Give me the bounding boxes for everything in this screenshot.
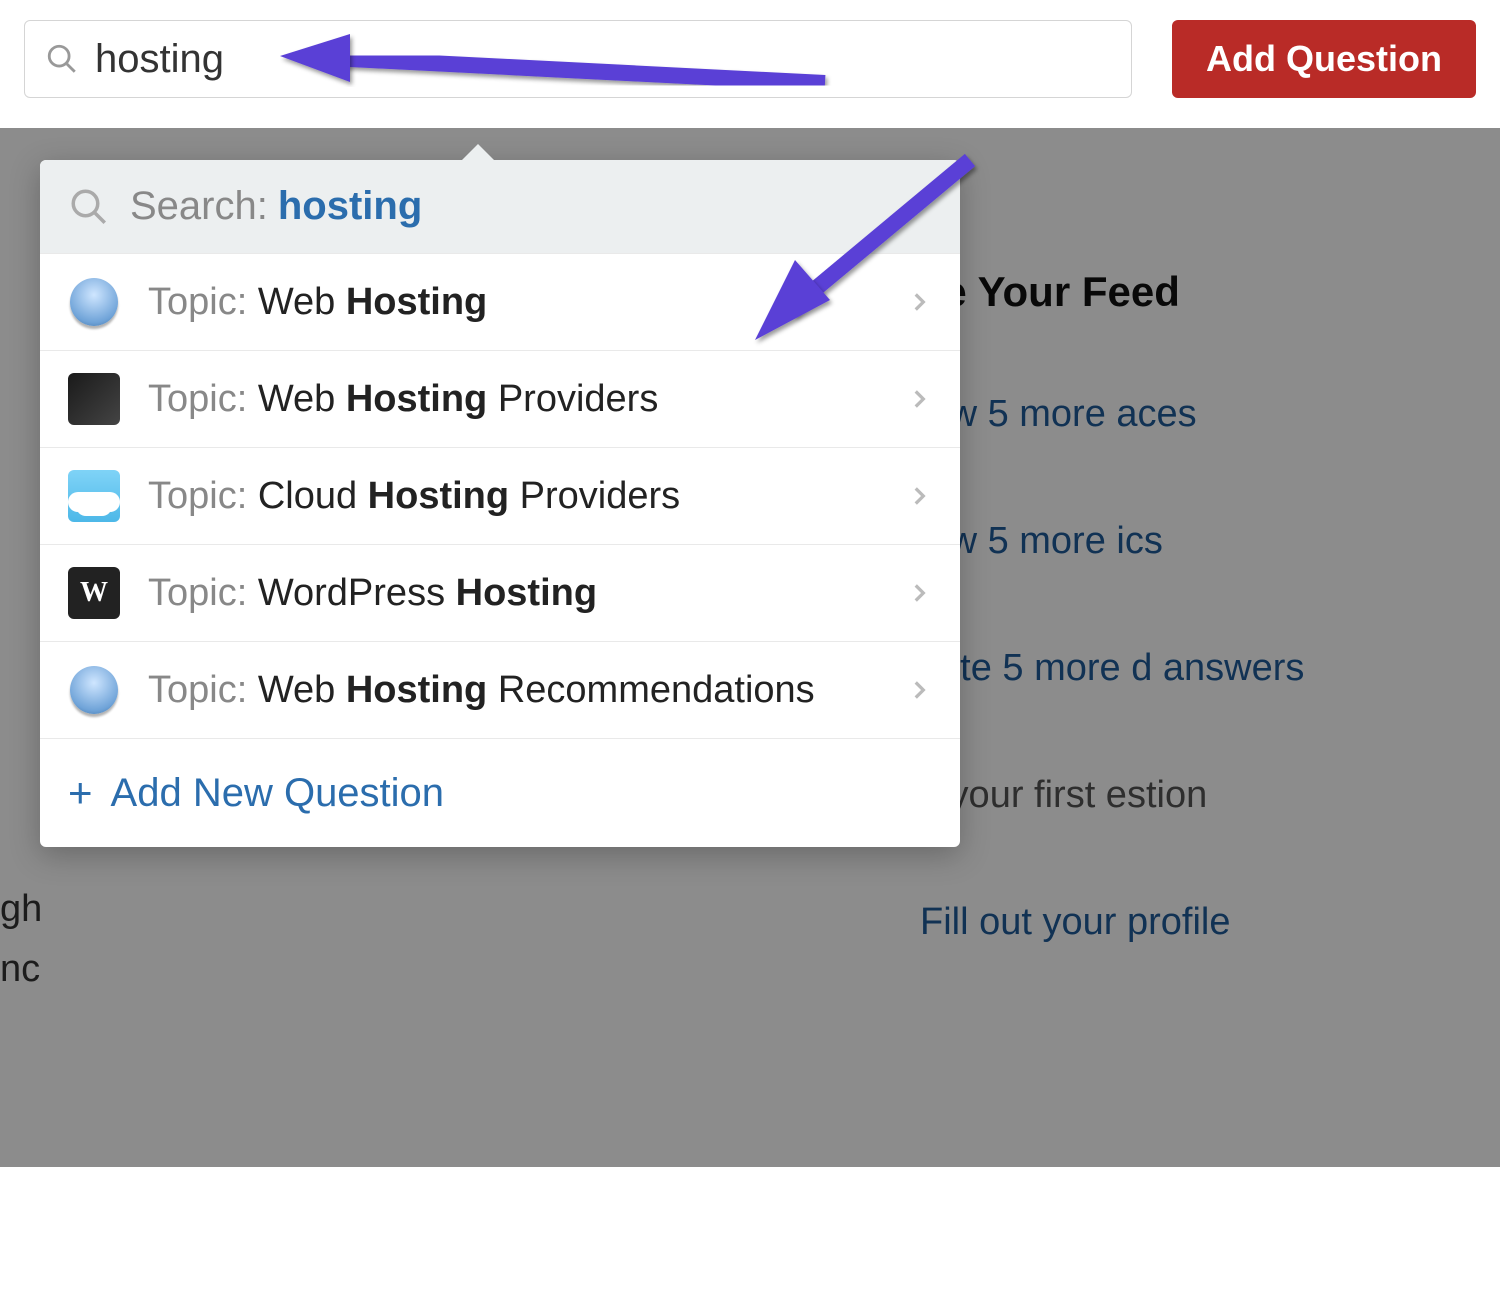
globe-icon: [68, 664, 120, 716]
add-new-question-label: Add New Question: [111, 771, 445, 816]
suggestion-topic-web-hosting-recommendations[interactable]: Topic: Web Hosting Recommendations: [40, 641, 960, 738]
add-question-button[interactable]: Add Question: [1172, 20, 1476, 98]
wordpress-icon: [68, 567, 120, 619]
chevron-right-icon: [906, 483, 932, 509]
suggestion-label: Topic: WordPress Hosting: [148, 572, 906, 615]
top-bar: Add Question: [0, 0, 1500, 118]
dropdown-search-header[interactable]: Search: hosting: [40, 160, 960, 253]
search-input[interactable]: [95, 37, 1111, 82]
suggestion-label: Topic: Cloud Hosting Providers: [148, 475, 906, 518]
search-icon: [68, 186, 110, 228]
chevron-right-icon: [906, 386, 932, 412]
suggestion-label: Topic: Web Hosting: [148, 281, 906, 324]
search-suggestions-dropdown: Search: hosting Topic: Web Hosting Topic…: [40, 160, 960, 847]
suggestion-topic-web-hosting-providers[interactable]: Topic: Web Hosting Providers: [40, 350, 960, 447]
plus-icon: +: [68, 769, 93, 817]
suggestion-label: Topic: Web Hosting Recommendations: [148, 669, 906, 712]
chevron-right-icon: [906, 289, 932, 315]
suggestion-topic-cloud-hosting-providers[interactable]: Topic: Cloud Hosting Providers: [40, 447, 960, 544]
suggestion-topic-web-hosting[interactable]: Topic: Web Hosting: [40, 253, 960, 350]
cloud-icon: [68, 470, 120, 522]
search-box[interactable]: [24, 20, 1132, 98]
dropdown-header-label: Search:: [130, 184, 268, 229]
add-new-question-link[interactable]: + Add New Question: [40, 738, 960, 847]
server-icon: [68, 373, 120, 425]
dropdown-header-term: hosting: [278, 184, 422, 229]
globe-icon: [68, 276, 120, 328]
suggestion-topic-wordpress-hosting[interactable]: Topic: WordPress Hosting: [40, 544, 960, 641]
suggestion-label: Topic: Web Hosting Providers: [148, 378, 906, 421]
chevron-right-icon: [906, 580, 932, 606]
chevron-right-icon: [906, 677, 932, 703]
search-icon: [45, 42, 79, 76]
